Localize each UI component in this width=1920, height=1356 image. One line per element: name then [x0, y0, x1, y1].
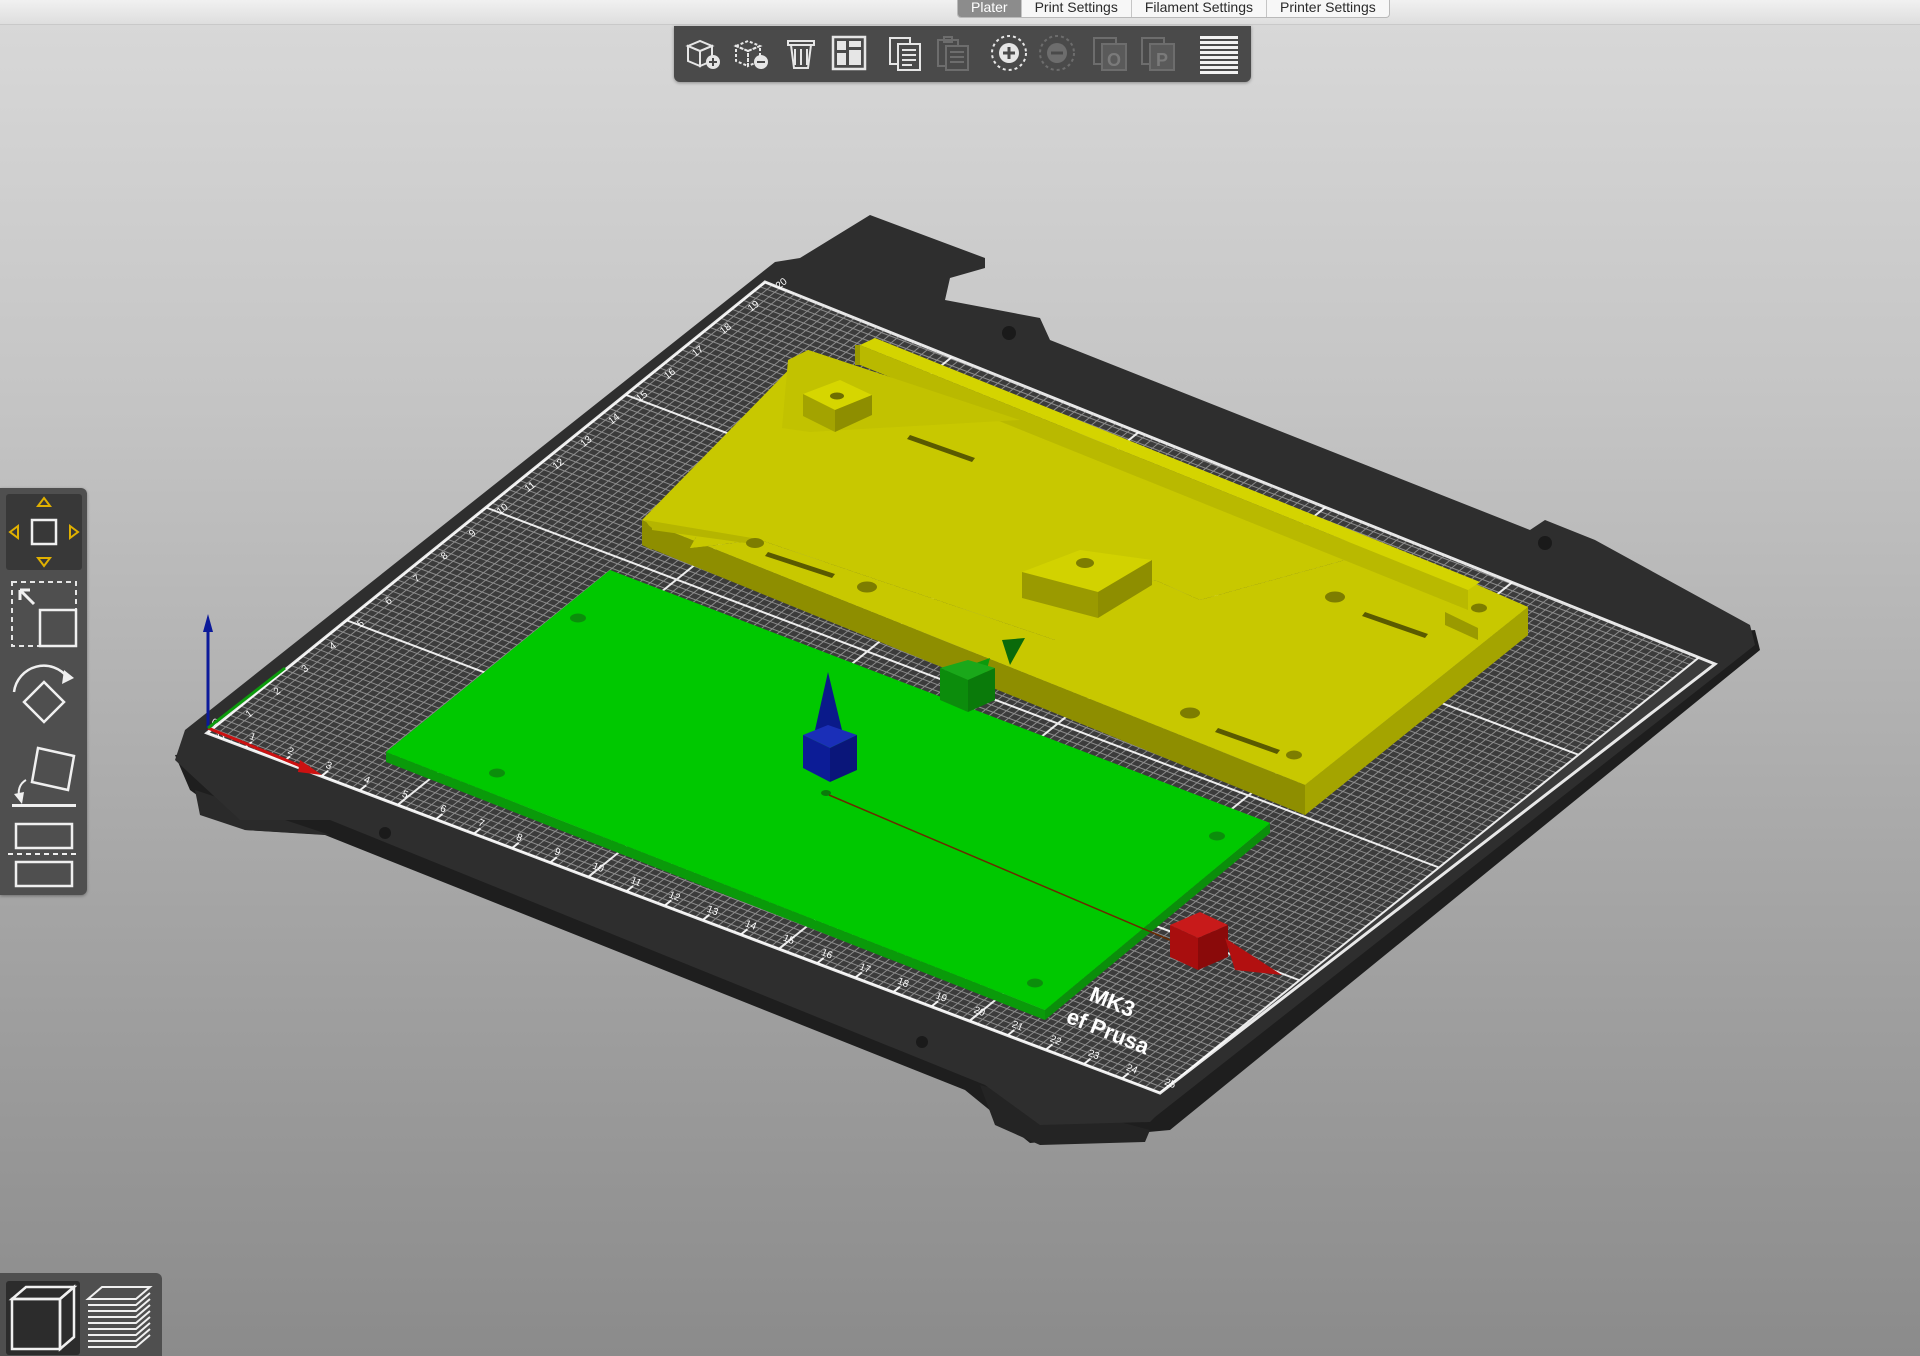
layers-editing-icon[interactable]	[1196, 30, 1242, 76]
arrange-icon[interactable]	[826, 30, 872, 76]
svg-text:O: O	[1107, 50, 1121, 70]
paste-icon	[930, 30, 976, 76]
3d-view-icon[interactable]	[6, 1281, 80, 1355]
remove-instance-icon	[1034, 30, 1080, 76]
delete-object-icon[interactable]	[728, 30, 774, 76]
preview-layers-icon[interactable]	[82, 1281, 156, 1355]
scale-gizmo-icon[interactable]	[6, 576, 82, 652]
delete-all-icon[interactable]	[778, 30, 824, 76]
split-to-parts-icon: P	[1136, 30, 1182, 76]
view-toggle-bar	[0, 1273, 162, 1356]
gizmo-toolbar	[0, 488, 87, 895]
move-gizmo-icon[interactable]	[6, 494, 82, 570]
split-to-objects-icon: O	[1088, 30, 1134, 76]
3d-scene[interactable]: 0123456789101112131415161718192021222324…	[0, 0, 1920, 1356]
rotate-gizmo-icon[interactable]	[6, 656, 82, 732]
place-on-face-icon[interactable]	[6, 736, 82, 812]
add-object-icon[interactable]	[680, 30, 726, 76]
copy-icon[interactable]	[882, 30, 928, 76]
main-toolbar: O P	[674, 26, 1251, 82]
add-instance-icon[interactable]	[986, 30, 1032, 76]
svg-text:P: P	[1156, 50, 1168, 70]
cut-gizmo-icon[interactable]	[6, 816, 82, 892]
